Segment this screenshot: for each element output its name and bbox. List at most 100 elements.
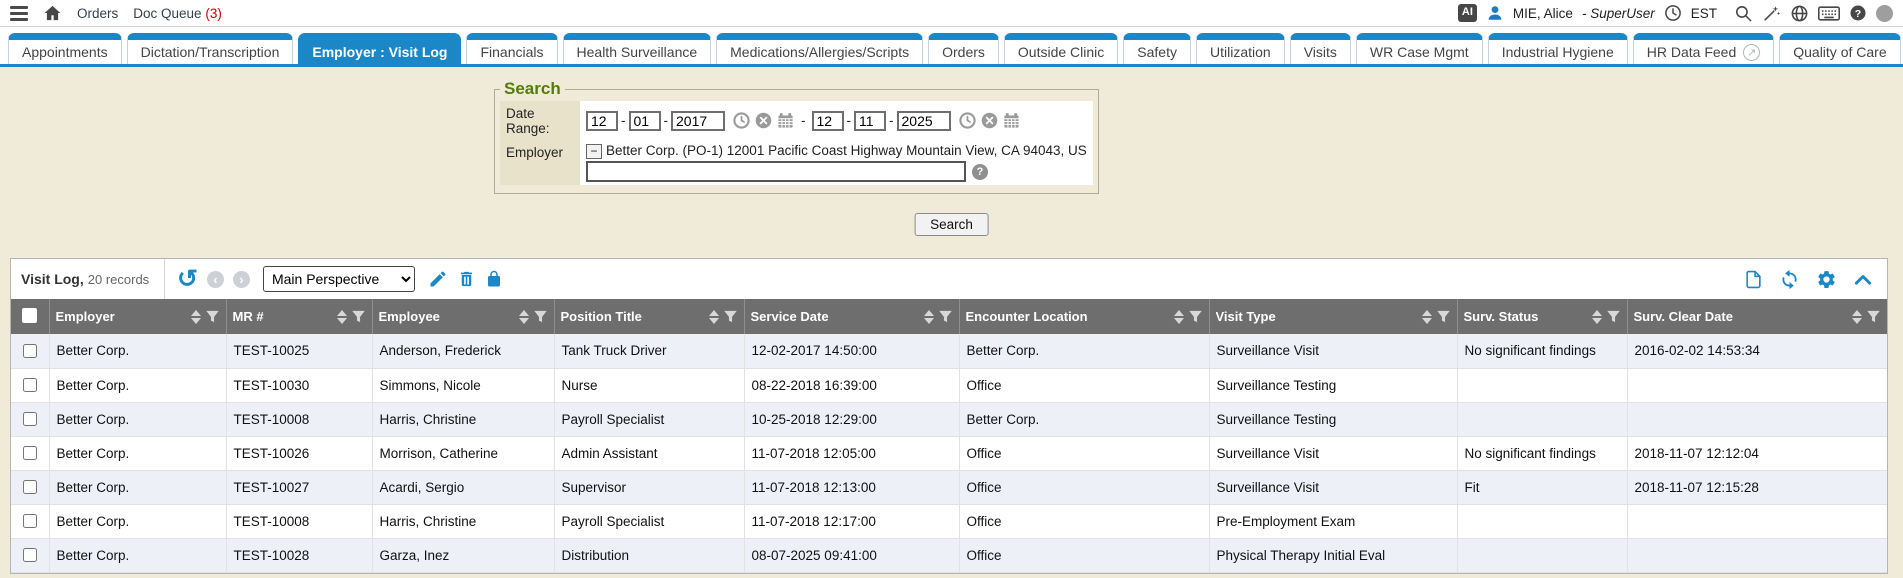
tab[interactable]: Financials — [466, 33, 557, 64]
sort-icon[interactable] — [709, 310, 719, 324]
time-picker-icon[interactable] — [959, 112, 976, 129]
sort-icon[interactable] — [519, 310, 529, 324]
table-row[interactable]: Better Corp. TEST-10026 Morrison, Cather… — [11, 436, 1887, 470]
table-row[interactable]: Better Corp. TEST-10008 Harris, Christin… — [11, 504, 1887, 538]
delete-icon[interactable] — [457, 269, 476, 289]
from-year-input[interactable] — [671, 111, 725, 131]
tab[interactable]: Orders — [928, 33, 999, 64]
calendar-icon[interactable] — [1003, 112, 1020, 129]
new-document-icon[interactable] — [1744, 269, 1763, 290]
sort-icon[interactable] — [1174, 310, 1184, 324]
filter-icon[interactable] — [1866, 309, 1881, 324]
cell-visit-type: Surveillance Testing — [1209, 402, 1457, 436]
help-icon[interactable]: ? — [1849, 4, 1867, 22]
orders-link[interactable]: Orders — [77, 6, 118, 21]
tab[interactable]: HR Data Feed ↗ — [1633, 33, 1774, 64]
user-name[interactable]: MIE, Alice — [1513, 6, 1573, 21]
search-button[interactable]: Search — [914, 213, 989, 236]
doc-queue-link[interactable]: Doc Queue (3) — [133, 6, 222, 21]
column-header[interactable]: MR # — [226, 299, 372, 334]
tab[interactable]: Outside Clinic — [1004, 33, 1118, 64]
filter-icon[interactable] — [533, 309, 548, 324]
employer-search-input[interactable] — [586, 161, 966, 182]
to-day-input[interactable] — [854, 111, 886, 131]
globe-icon[interactable] — [1790, 4, 1809, 23]
row-checkbox[interactable] — [23, 344, 37, 358]
external-link-icon[interactable]: ↗ — [1743, 44, 1760, 61]
column-header[interactable]: Surv. Status — [1457, 299, 1627, 334]
edit-icon[interactable] — [428, 269, 448, 289]
tab[interactable]: Medications/Allergies/Scripts — [716, 33, 923, 64]
column-header[interactable]: Employer — [49, 299, 226, 334]
sort-icon[interactable] — [337, 310, 347, 324]
prev-page-icon[interactable]: ‹ — [207, 271, 224, 288]
employer-help-icon[interactable]: ? — [972, 164, 988, 180]
filter-icon[interactable] — [938, 309, 953, 324]
calendar-icon[interactable] — [777, 112, 794, 129]
remove-employer-button[interactable]: − — [586, 144, 602, 159]
column-header[interactable]: Position Title — [554, 299, 744, 334]
clear-date-icon[interactable] — [981, 112, 998, 129]
sort-icon[interactable] — [924, 310, 934, 324]
next-page-icon[interactable]: › — [233, 271, 250, 288]
tab[interactable]: Employer : Visit Log — [298, 33, 461, 64]
filter-icon[interactable] — [351, 309, 366, 324]
table-row[interactable]: Better Corp. TEST-10027 Acardi, Sergio S… — [11, 470, 1887, 504]
table-row[interactable]: Better Corp. TEST-10028 Garza, Inez Dist… — [11, 538, 1887, 572]
refresh-icon[interactable] — [1779, 269, 1800, 290]
perspective-select[interactable]: Main Perspective — [263, 266, 415, 292]
table-row[interactable]: Better Corp. TEST-10025 Anderson, Freder… — [11, 334, 1887, 368]
column-header[interactable]: Employee — [372, 299, 554, 334]
sort-icon[interactable] — [1422, 310, 1432, 324]
sort-icon[interactable] — [1852, 310, 1862, 324]
to-month-input[interactable] — [812, 111, 844, 131]
tab[interactable]: WR Case Mgmt — [1356, 33, 1483, 64]
filter-icon[interactable] — [723, 309, 738, 324]
tab[interactable]: Appointments — [8, 33, 122, 64]
row-checkbox[interactable] — [23, 412, 37, 426]
tab[interactable]: Quality of Care — [1779, 33, 1900, 64]
column-header[interactable]: Visit Type — [1209, 299, 1457, 334]
clear-date-icon[interactable] — [755, 112, 772, 129]
filter-icon[interactable] — [1188, 309, 1203, 324]
column-header[interactable]: Surv. Clear Date — [1627, 299, 1887, 334]
tab[interactable]: Industrial Hygiene — [1488, 33, 1628, 64]
tab[interactable]: Health Surveillance — [563, 33, 712, 64]
keyboard-icon[interactable] — [1818, 5, 1840, 22]
row-checkbox[interactable] — [23, 446, 37, 460]
ai-badge[interactable]: AI — [1458, 4, 1477, 21]
filter-icon[interactable] — [1606, 309, 1621, 324]
search-icon[interactable] — [1734, 4, 1753, 23]
tab[interactable]: Safety — [1123, 33, 1191, 64]
undo-icon[interactable]: ↺ — [177, 269, 198, 289]
filter-icon[interactable] — [205, 309, 220, 324]
row-checkbox[interactable] — [23, 548, 37, 562]
settings-gear-icon[interactable] — [1816, 269, 1837, 290]
menu-icon[interactable] — [10, 6, 28, 21]
sort-icon[interactable] — [1592, 310, 1602, 324]
row-checkbox[interactable] — [23, 514, 37, 528]
table-row[interactable]: Better Corp. TEST-10030 Simmons, Nicole … — [11, 368, 1887, 402]
collapse-icon[interactable] — [1853, 272, 1873, 286]
tab[interactable]: Dictation/Transcription — [127, 33, 294, 64]
from-month-input[interactable] — [586, 111, 618, 131]
column-header[interactable]: Service Date — [744, 299, 959, 334]
wand-icon[interactable] — [1762, 4, 1781, 23]
home-icon[interactable] — [43, 4, 62, 22]
tab[interactable]: Utilization — [1196, 33, 1285, 64]
avatar[interactable] — [1876, 5, 1893, 22]
time-picker-icon[interactable] — [733, 112, 750, 129]
table-row[interactable]: Better Corp. TEST-10008 Harris, Christin… — [11, 402, 1887, 436]
lock-icon[interactable] — [485, 269, 503, 289]
column-header[interactable]: Encounter Location — [959, 299, 1209, 334]
row-checkbox[interactable] — [23, 480, 37, 494]
select-all-checkbox[interactable] — [22, 308, 37, 323]
to-year-input[interactable] — [897, 111, 951, 131]
sort-icon[interactable] — [191, 310, 201, 324]
visit-log-title-block: Visit Log, 20 records — [11, 259, 165, 299]
row-checkbox[interactable] — [23, 378, 37, 392]
tab[interactable]: Visits — [1290, 33, 1351, 64]
select-all-header[interactable] — [11, 299, 49, 334]
from-day-input[interactable] — [629, 111, 661, 131]
filter-icon[interactable] — [1436, 309, 1451, 324]
